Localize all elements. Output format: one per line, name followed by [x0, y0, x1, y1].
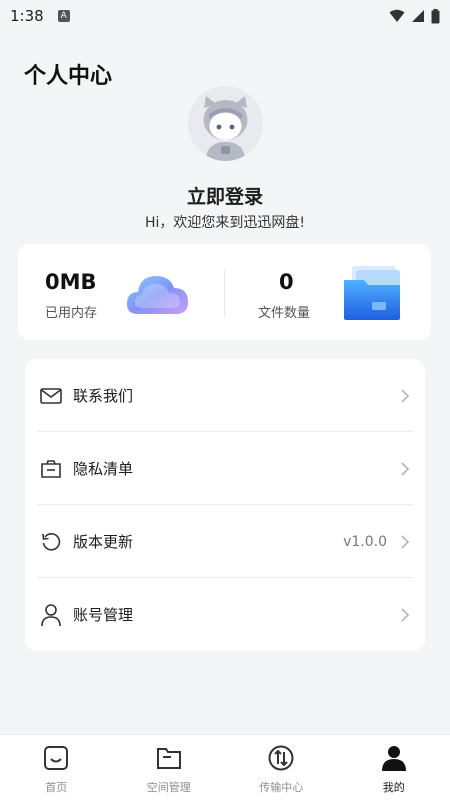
user-icon	[39, 603, 63, 627]
nav-space-manage[interactable]: 空间管理	[113, 735, 226, 800]
file-count-value: 0	[279, 270, 294, 294]
chevron-right-icon	[399, 460, 411, 478]
page-title: 个人中心	[24, 64, 113, 89]
menu-item-label: 版本更新	[73, 533, 134, 551]
menu-item-account[interactable]: 账号管理	[25, 578, 425, 651]
stats-divider	[224, 270, 225, 316]
menu-card: 联系我们 隐私清单 版本更新 v1.0.0 账号管理	[25, 359, 425, 651]
welcome-text: Hi，欢迎您来到迅迅网盘!	[144, 215, 306, 231]
menu-item-label: 联系我们	[73, 387, 134, 405]
profile-icon	[379, 743, 409, 773]
nav-transfer[interactable]: 传输中心	[225, 735, 338, 800]
bottom-nav: 首页 空间管理 传输中心 我的	[0, 734, 450, 800]
wifi-icon	[389, 9, 405, 22]
storage-used-value: 0MB	[45, 270, 97, 294]
menu-item-label: 账号管理	[73, 606, 134, 624]
nav-label: 传输中心	[259, 781, 304, 794]
signal-icon	[412, 10, 424, 22]
version-value: v1.0.0	[343, 533, 387, 550]
nav-home[interactable]: 首页	[0, 735, 113, 800]
battery-icon	[431, 8, 440, 23]
status-icons	[389, 8, 440, 24]
file-count-label: 文件数量	[258, 306, 311, 321]
chevron-right-icon	[399, 606, 411, 624]
menu-item-label: 隐私清单	[73, 460, 134, 478]
chevron-right-icon	[399, 533, 411, 551]
cloud-icon	[126, 276, 188, 314]
status-time: 1:38	[10, 7, 44, 25]
notification-badge: A	[57, 10, 70, 22]
transfer-icon	[266, 743, 296, 773]
status-bar: 1:38 A	[0, 0, 450, 32]
nav-label: 我的	[382, 781, 405, 794]
privacy-list-icon	[39, 457, 63, 481]
menu-item-version-update[interactable]: 版本更新 v1.0.0	[25, 505, 425, 578]
nav-label: 空间管理	[146, 781, 191, 794]
nav-label: 首页	[45, 781, 68, 794]
avatar-icon	[188, 86, 263, 161]
mail-icon	[39, 384, 63, 408]
refresh-icon	[39, 530, 63, 554]
stats-card: 0MB 已用内存 0 文件数量	[18, 244, 431, 340]
menu-item-contact[interactable]: 联系我们	[25, 359, 425, 432]
nav-profile[interactable]: 我的	[338, 735, 450, 800]
login-button[interactable]: 立即登录	[0, 182, 450, 209]
folder-icon	[344, 266, 400, 320]
folder-manage-icon	[154, 743, 184, 773]
storage-used-label: 已用内存	[45, 306, 98, 321]
home-icon	[41, 743, 71, 773]
menu-item-privacy[interactable]: 隐私清单	[25, 432, 425, 505]
chevron-right-icon	[399, 387, 411, 405]
avatar[interactable]	[188, 86, 263, 161]
